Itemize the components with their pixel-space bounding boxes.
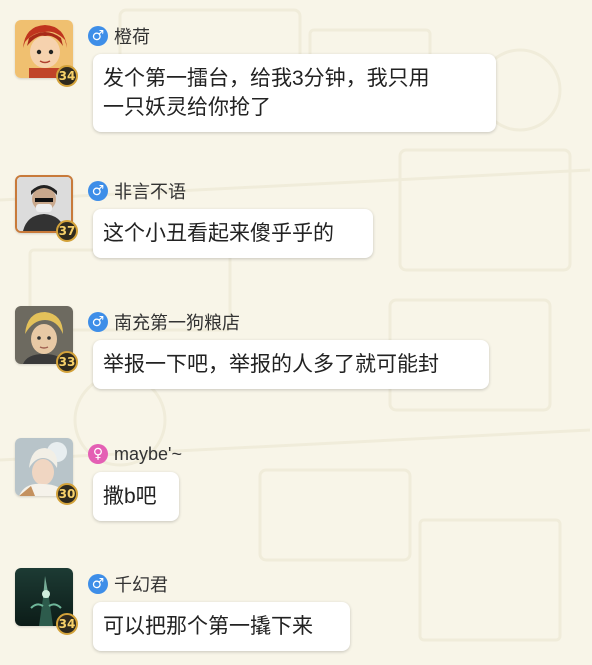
message-text-line: 撒b吧 (103, 485, 157, 508)
message-bubble[interactable]: 可以把那个第一撬下来 (93, 602, 350, 651)
username-row: ♂ 南充第一狗粮店 (88, 310, 240, 334)
message-text-line: 可以把那个第一撬下来 (103, 615, 313, 638)
level-badge: 34 (56, 65, 78, 87)
message-text-line: 一只妖灵给你抢了 (103, 96, 271, 119)
avatar[interactable]: 30 (15, 438, 78, 505)
username[interactable]: maybe'~ (114, 444, 182, 465)
avatar[interactable]: 34 (15, 568, 78, 635)
male-icon: ♂ (88, 181, 108, 201)
username[interactable]: 南充第一狗粮店 (114, 309, 240, 335)
message-bubble[interactable]: 这个小丑看起来傻乎乎的 (93, 209, 373, 258)
message-text-line: 发个第一擂台，给我3分钟，我只用 (103, 67, 430, 90)
level-badge: 37 (56, 220, 78, 242)
username-row: ♂ 千幻君 (88, 572, 168, 596)
avatar[interactable]: 37 (15, 175, 78, 242)
username-row: ♂ 非言不语 (88, 179, 186, 203)
message-bubble[interactable]: 发个第一擂台，给我3分钟，我只用 一只妖灵给你抢了 (93, 54, 496, 132)
username[interactable]: 千幻君 (114, 571, 168, 597)
username[interactable]: 非言不语 (114, 178, 186, 204)
username[interactable]: 橙荷 (114, 23, 150, 49)
male-icon: ♂ (88, 26, 108, 46)
chat-message-list: 34 ♂ 橙荷 发个第一擂台，给我3分钟，我只用 一只妖灵给你抢了 37 ♂ 非… (0, 0, 592, 665)
level-badge: 30 (56, 483, 78, 505)
avatar[interactable]: 33 (15, 306, 78, 373)
male-icon: ♂ (88, 574, 108, 594)
avatar[interactable]: 34 (15, 20, 78, 87)
message-bubble[interactable]: 举报一下吧，举报的人多了就可能封 (93, 340, 489, 389)
username-row: ♂ 橙荷 (88, 24, 150, 48)
message-text-line: 这个小丑看起来傻乎乎的 (103, 222, 334, 245)
message-text-line: 举报一下吧，举报的人多了就可能封 (103, 353, 439, 376)
message-bubble[interactable]: 撒b吧 (93, 472, 179, 521)
level-badge: 33 (56, 351, 78, 373)
level-badge: 34 (56, 613, 78, 635)
male-icon: ♂ (88, 312, 108, 332)
username-row: ♀ maybe'~ (88, 442, 182, 466)
female-icon: ♀ (88, 444, 108, 464)
